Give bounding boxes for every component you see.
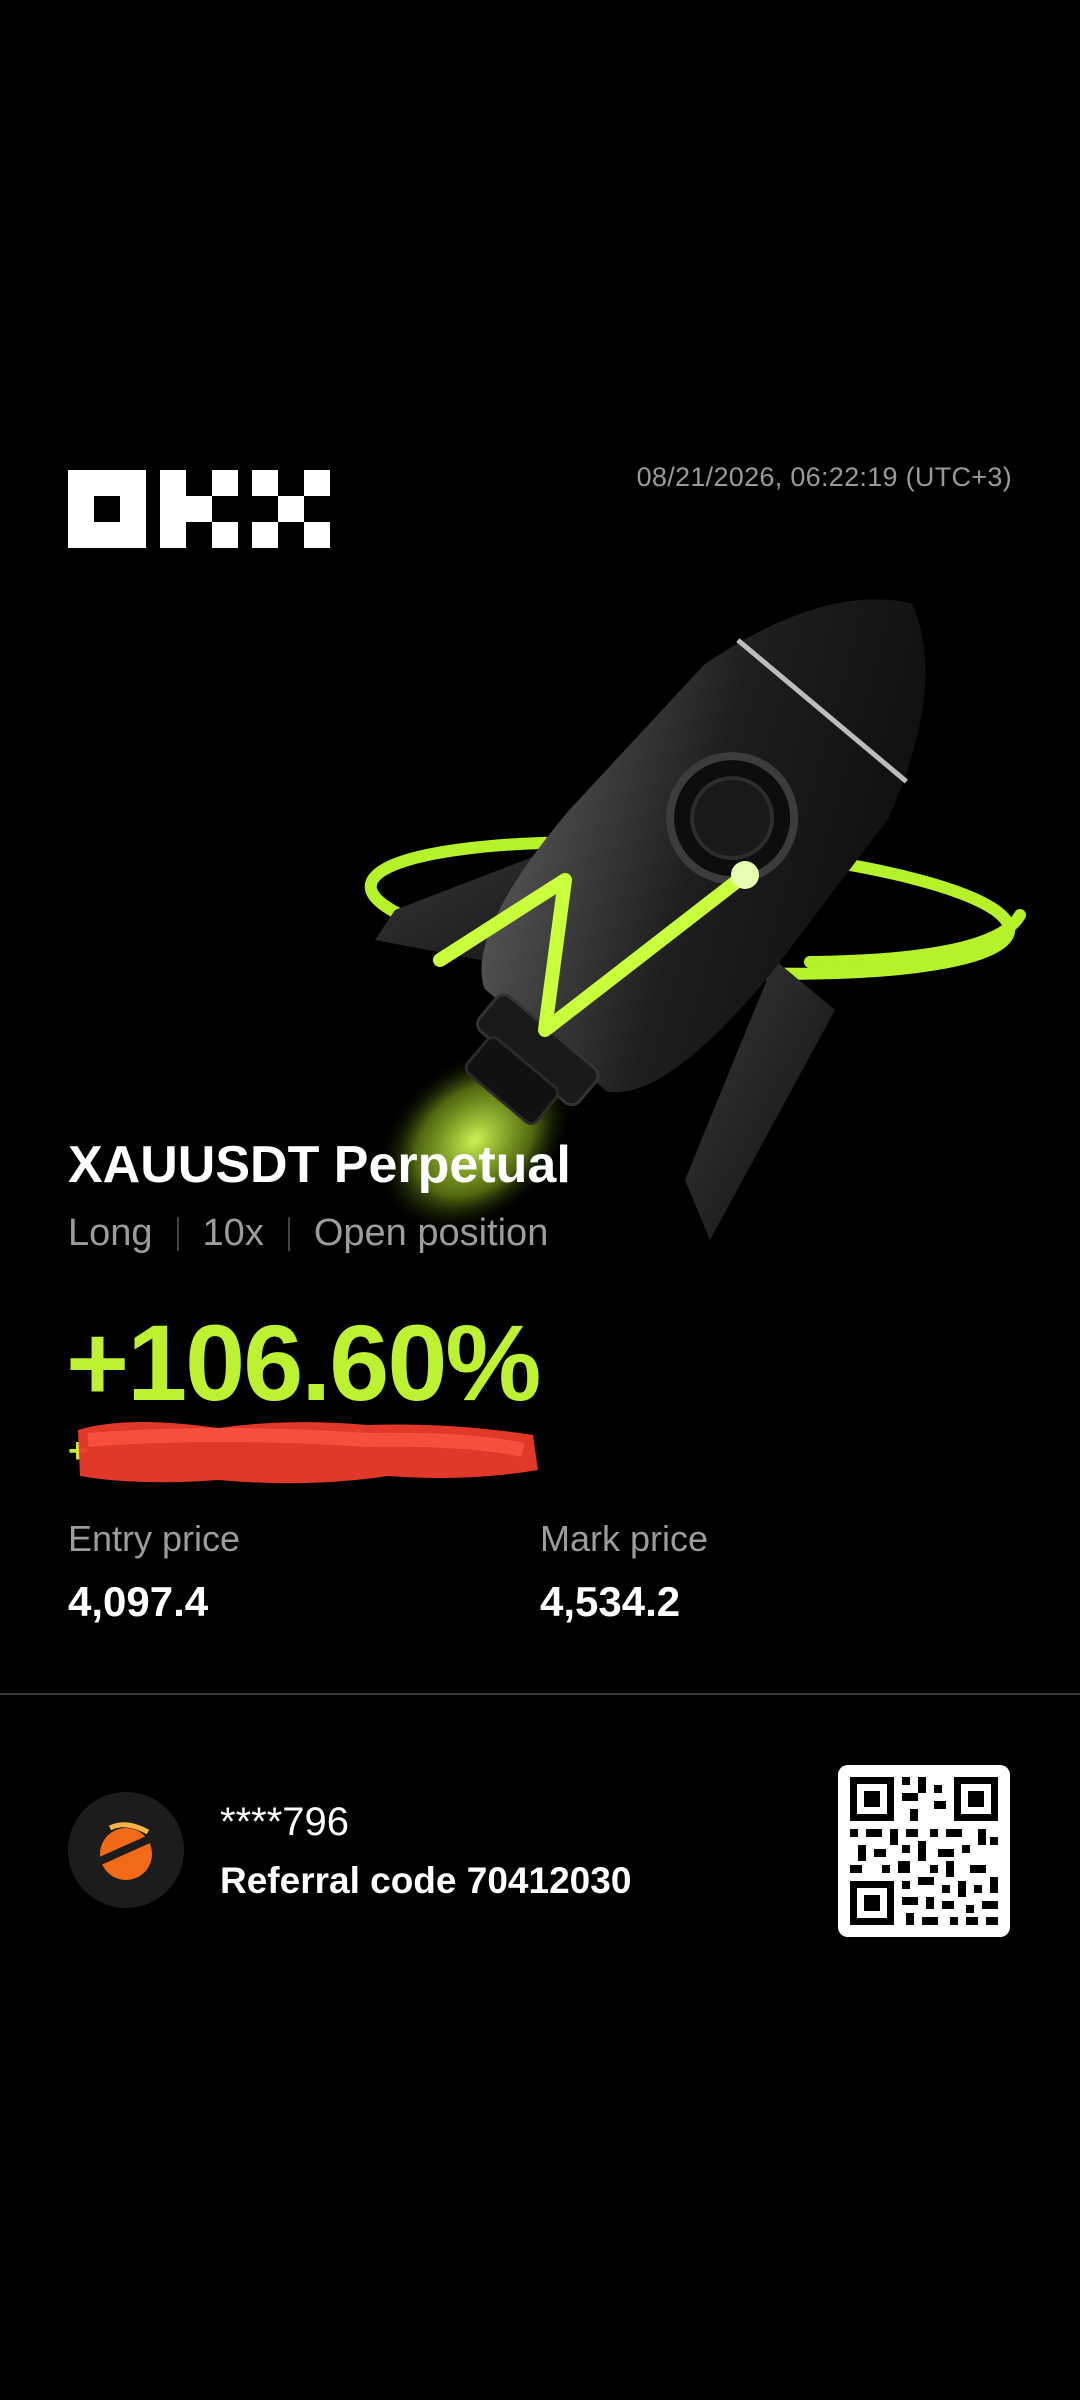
status-label: Open position	[313, 1212, 549, 1254]
leverage-label: 10x	[202, 1212, 264, 1254]
avatar	[68, 1792, 184, 1908]
timestamp: 08/21/2026, 06:22:19 (UTC+3)	[636, 462, 1012, 492]
referral-code: Referral code 70412030	[220, 1860, 632, 1901]
divider	[0, 1693, 1080, 1695]
side-label: Long	[68, 1212, 153, 1254]
mark-price-label: Mark price	[540, 1518, 709, 1559]
redaction-scribble	[78, 1421, 538, 1484]
avatar-icon	[68, 1792, 184, 1908]
separator	[287, 1216, 290, 1251]
pnl-percent: +106.60%	[66, 1302, 541, 1423]
qr-code-icon[interactable]	[838, 1765, 1010, 1937]
position-meta: Long 10x Open position	[68, 1212, 548, 1255]
instrument-title: XAUUSDT Perpetual	[68, 1136, 571, 1194]
okx-logo-icon	[68, 470, 330, 548]
entry-price-label: Entry price	[68, 1518, 241, 1559]
mark-price-value: 4,534.2	[540, 1578, 681, 1625]
separator	[176, 1216, 179, 1251]
masked-user-id: ****796	[220, 1800, 350, 1844]
entry-price-value: 4,097.4	[68, 1578, 209, 1625]
